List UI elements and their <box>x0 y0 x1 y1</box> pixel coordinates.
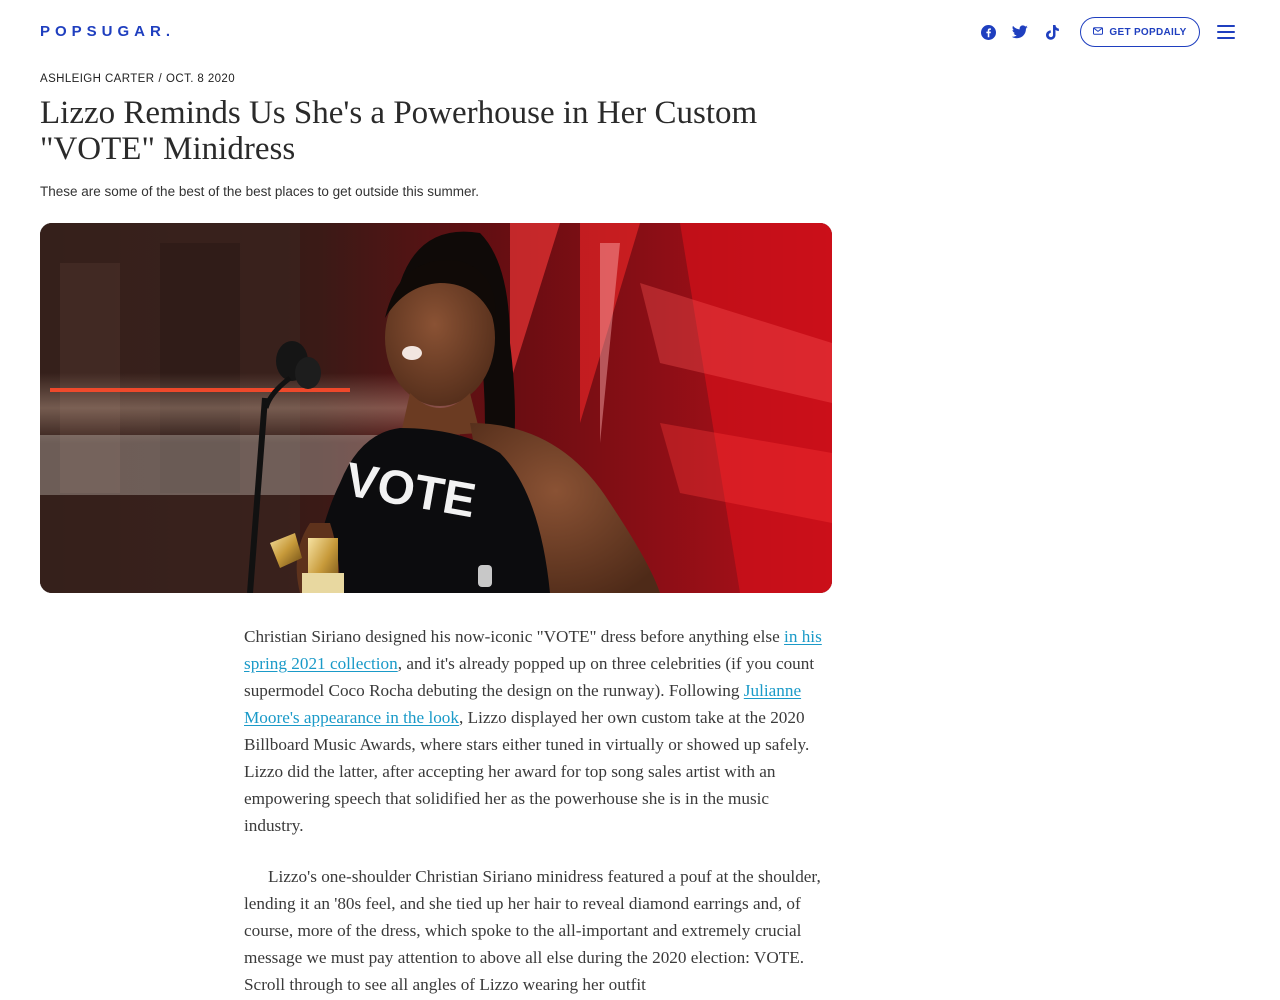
hero-image: VOTE <box>40 223 832 593</box>
get-popdaily-label: GET POPDAILY <box>1109 26 1187 38</box>
article-body: Christian Siriano designed his now-iconi… <box>244 623 832 1000</box>
article-dek: These are some of the best of the best p… <box>40 184 479 199</box>
get-popdaily-button[interactable]: GET POPDAILY <box>1080 17 1200 47</box>
facebook-icon[interactable] <box>978 22 998 42</box>
publish-date: OCT. 8 2020 <box>166 73 236 85</box>
twitter-icon[interactable] <box>1010 22 1030 42</box>
site-header: POPSUGAR. GET POPDAILY <box>0 0 1280 64</box>
byline: ASHLEIGH CARTER / OCT. 8 2020 <box>40 71 235 87</box>
paragraph-text: , Lizzo displayed her own custom take at… <box>244 708 810 835</box>
tiktok-icon[interactable] <box>1042 22 1062 42</box>
mail-icon <box>1093 26 1104 38</box>
article-paragraph: Christian Siriano designed his now-iconi… <box>244 623 832 839</box>
article-title: Lizzo Reminds Us She's a Powerhouse in H… <box>40 95 758 167</box>
byline-separator: / <box>158 73 163 85</box>
author-name[interactable]: ASHLEIGH CARTER <box>40 73 154 85</box>
hamburger-menu-icon[interactable] <box>1215 23 1237 41</box>
paragraph-text: Christian Siriano designed his now-iconi… <box>244 627 785 646</box>
site-logo[interactable]: POPSUGAR. <box>40 24 175 40</box>
article-paragraph: Lizzo's one-shoulder Christian Siriano m… <box>244 863 832 998</box>
paragraph-text: Lizzo's one-shoulder Christian Siriano m… <box>244 867 821 994</box>
